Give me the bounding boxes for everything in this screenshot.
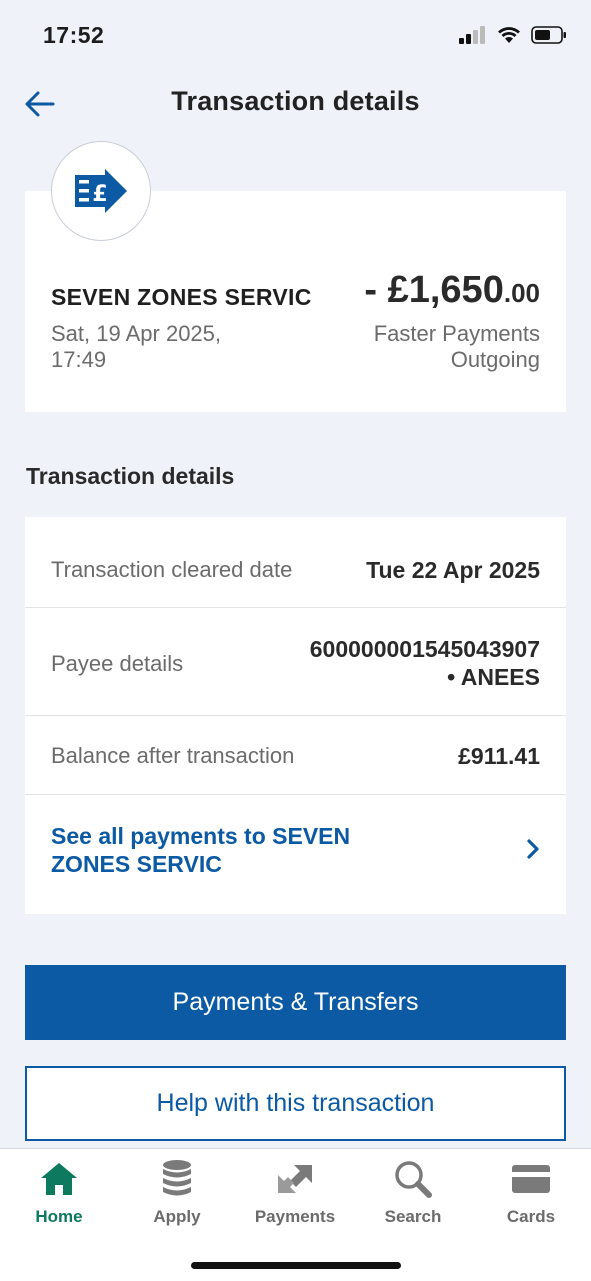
transaction-type-line1: Faster Payments xyxy=(373,321,540,346)
payee-details-value: 600000001545043907 • ANEES xyxy=(310,635,540,691)
nav-home-label: Home xyxy=(35,1207,83,1226)
battery-icon xyxy=(531,26,566,44)
amount-main: - £1,650 xyxy=(364,269,504,311)
signal-icon xyxy=(459,26,485,44)
nav-home[interactable]: Home xyxy=(0,1157,118,1227)
transaction-type-line2: Outgoing xyxy=(450,347,540,372)
payee-account-number: 600000001545043907 xyxy=(309,636,540,662)
transaction-date: Sat, 19 Apr 2025, 17:49 xyxy=(51,321,271,373)
chevron-right-icon xyxy=(527,839,539,859)
transaction-time-line: 17:49 xyxy=(51,347,107,372)
transfer-arrows-icon xyxy=(278,1165,312,1193)
payments-transfers-button[interactable]: Payments & Transfers xyxy=(25,965,566,1040)
help-with-transaction-button[interactable]: Help with this transaction xyxy=(25,1066,566,1141)
balance-label: Balance after transaction xyxy=(51,743,295,768)
nav-cards-label: Cards xyxy=(506,1207,556,1226)
see-all-payments-line1: See all payments to SEVEN xyxy=(51,823,351,849)
payee-name: • ANEES xyxy=(447,664,540,690)
nav-cards[interactable]: Cards xyxy=(472,1157,590,1227)
wifi-icon xyxy=(498,27,520,43)
merchant-avatar: £ xyxy=(51,141,151,241)
header: Transaction details xyxy=(0,72,591,136)
merchant-name: SEVEN ZONES SERVIC xyxy=(51,284,312,310)
pound-transfer-icon: £ xyxy=(75,169,127,213)
bottom-navigation: Home Apply Payments Search Cards xyxy=(0,1148,591,1281)
see-all-payments-link[interactable]: See all payments to SEVEN ZONES SERVIC xyxy=(25,794,566,914)
home-icon xyxy=(41,1163,77,1195)
see-all-payments-text: See all payments to SEVEN ZONES SERVIC xyxy=(51,822,411,878)
home-indicator xyxy=(191,1262,401,1269)
nav-apply[interactable]: Apply xyxy=(118,1157,236,1227)
coins-stack-icon xyxy=(163,1160,191,1196)
nav-search-label: Search xyxy=(384,1207,442,1226)
status-icons xyxy=(459,26,567,44)
cleared-date-row: Transaction cleared date Tue 22 Apr 2025 xyxy=(25,517,566,608)
svg-text:£: £ xyxy=(92,182,107,207)
amount-pence: .00 xyxy=(503,278,540,308)
cleared-date-label: Transaction cleared date xyxy=(51,557,293,582)
section-title: Transaction details xyxy=(26,463,235,489)
card-icon xyxy=(512,1165,550,1193)
nav-payments-label: Payments xyxy=(254,1207,336,1226)
transaction-details-card: Transaction cleared date Tue 22 Apr 2025… xyxy=(25,517,566,914)
page-title: Transaction details xyxy=(171,86,420,116)
cleared-date-value: Tue 22 Apr 2025 xyxy=(366,557,540,583)
nav-apply-label: Apply xyxy=(153,1207,201,1226)
balance-row: Balance after transaction £911.41 xyxy=(25,715,566,795)
status-bar: 17:52 xyxy=(0,0,591,70)
payee-details-label: Payee details xyxy=(51,651,184,676)
transaction-type: Faster Payments Outgoing xyxy=(374,321,540,373)
payee-details-row: Payee details 600000001545043907 • ANEES xyxy=(25,607,566,716)
balance-value: £911.41 xyxy=(458,743,540,769)
search-icon xyxy=(395,1161,432,1198)
see-all-payments-line2: ZONES SERVIC xyxy=(51,851,222,877)
transaction-date-line: Sat, 19 Apr 2025, xyxy=(51,321,222,346)
status-time: 17:52 xyxy=(43,22,105,48)
nav-payments[interactable]: Payments xyxy=(236,1157,354,1227)
transaction-amount: - £1,650.00 xyxy=(364,269,540,312)
nav-search[interactable]: Search xyxy=(354,1157,472,1227)
